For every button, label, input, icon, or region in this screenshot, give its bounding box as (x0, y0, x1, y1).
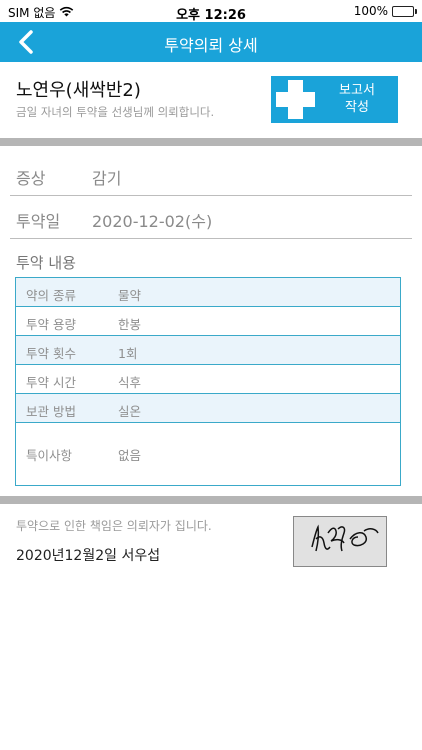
page-title: 투약의뢰 상세 (164, 36, 258, 55)
request-subtitle: 금일 자녀의 투약을 선생님께 의뢰합니다. (16, 105, 215, 119)
signature-image (293, 516, 387, 567)
special-notes-label: 특이사항 (26, 448, 73, 463)
signed-date-name: 2020년12월2일 서우섭 (16, 548, 161, 564)
section-divider (0, 496, 422, 504)
responsibility-note: 투약으로 인한 책임은 의뢰자가 집니다. (16, 519, 212, 533)
medication-details-table: 약의 종류 물약 투약 용량 한봉 투약 횟수 1회 투약 시간 식후 보관 방… (15, 277, 401, 486)
table-row: 약의 종류 물약 (16, 278, 400, 307)
detail-label: 투약 시간 (26, 375, 76, 390)
detail-label: 투약 용량 (26, 317, 76, 332)
medical-cross-icon (276, 80, 315, 119)
detail-label: 보관 방법 (26, 404, 76, 419)
detail-value: 식후 (118, 375, 142, 390)
write-report-label: 보고서 작성 (339, 83, 375, 115)
detail-value: 한봉 (118, 317, 142, 332)
medication-date-value: 2020-12-02(수) (92, 212, 213, 231)
table-row: 투약 횟수 1회 (16, 336, 400, 365)
status-bar: SIM 없음 오후 12:26 100% (0, 0, 422, 23)
special-notes-value: 없음 (118, 448, 142, 463)
table-row: 투약 시간 식후 (16, 365, 400, 394)
symptom-label: 증상 (16, 169, 46, 188)
request-header: 노연우(새싹반2) 금일 자녀의 투약을 선생님께 의뢰합니다. 보고서 작성 (0, 62, 422, 138)
detail-label: 약의 종류 (26, 288, 76, 303)
detail-value: 1회 (118, 346, 138, 361)
medication-details-title: 투약 내용 (16, 254, 76, 272)
medication-date-row: 투약일 2020-12-02(수) (10, 196, 412, 239)
child-name: 노연우(새싹반2) (16, 80, 141, 101)
battery-percent: 100% (353, 4, 388, 18)
table-row: 보관 방법 실온 (16, 394, 400, 423)
nav-bar: 투약의뢰 상세 (0, 22, 422, 62)
detail-value: 실온 (118, 404, 142, 419)
detail-label: 투약 횟수 (26, 346, 76, 361)
table-row: 투약 용량 한봉 (16, 307, 400, 336)
detail-value: 물약 (118, 288, 142, 303)
status-right: 100% (353, 4, 417, 18)
symptom-value: 감기 (92, 169, 122, 188)
medication-date-label: 투약일 (16, 212, 61, 231)
symptom-row: 증상 감기 (10, 153, 412, 196)
battery-icon (392, 5, 417, 17)
write-report-button[interactable]: 보고서 작성 (271, 76, 398, 123)
special-notes-row: 특이사항 없음 (16, 423, 400, 485)
section-divider (0, 138, 422, 146)
